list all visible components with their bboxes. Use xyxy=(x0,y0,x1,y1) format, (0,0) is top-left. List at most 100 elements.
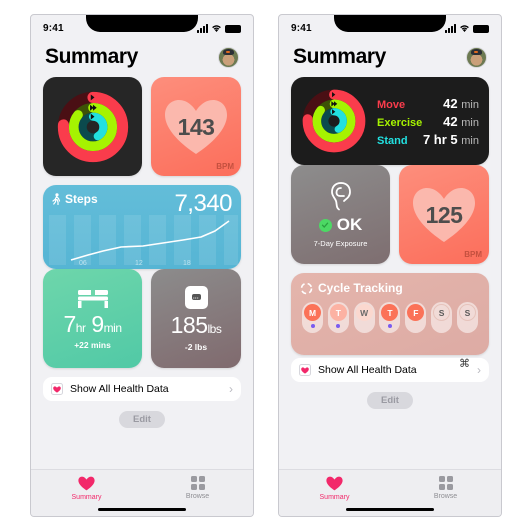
home-indicator xyxy=(346,507,434,511)
activity-rings xyxy=(56,90,130,164)
show-all-health-data-row-left[interactable]: Show All Health Data › xyxy=(43,377,241,401)
activity-stand-value: 7 hr 5 min xyxy=(422,131,479,147)
edit-button-wrap: Edit xyxy=(43,411,241,428)
phone-right: 9:41 Summary Move 42 min Exercise 42 min… xyxy=(278,14,502,517)
tab-summary-label: Summary xyxy=(71,494,102,501)
sleep-card[interactable]: 7hr 9min +22 mins xyxy=(43,269,142,368)
cycle-day-label: S xyxy=(433,304,451,321)
activity-rings xyxy=(301,88,367,154)
status-time: 9:41 xyxy=(291,22,312,34)
cycle-day-label: T xyxy=(381,304,399,321)
activity-row-stand: Stand 7 hr 5 min xyxy=(377,132,479,147)
ear-icon xyxy=(330,182,351,211)
edit-button[interactable]: Edit xyxy=(119,411,165,428)
steps-label: Steps xyxy=(65,192,98,206)
chevron-right-icon: › xyxy=(477,363,481,377)
activity-rings-card[interactable] xyxy=(43,77,142,176)
tab-summary[interactable]: Summary xyxy=(279,476,390,501)
edit-button[interactable]: Edit xyxy=(367,392,413,409)
cycle-tracking-card[interactable]: Cycle Tracking M T W T F S S xyxy=(291,273,489,355)
tab-browse-label: Browse xyxy=(185,493,210,500)
cycle-day-dot xyxy=(310,324,315,328)
check-circle-icon xyxy=(318,218,332,232)
sleep-hours-unit: hr xyxy=(75,321,86,335)
activity-exercise-value: 42 min xyxy=(443,113,479,129)
cycle-day[interactable]: M xyxy=(302,302,323,333)
heart-rate-value: 125 xyxy=(425,202,463,228)
notch xyxy=(334,15,446,32)
tab-browse[interactable]: Browse xyxy=(142,476,253,500)
cycle-day[interactable]: F xyxy=(405,302,427,333)
tab-summary-label: Summary xyxy=(319,494,350,501)
steps-card[interactable]: Steps 7,340 06 12 18 xyxy=(43,185,241,269)
show-all-label: Show All Health Data xyxy=(70,383,169,395)
heart-icon xyxy=(326,476,343,491)
nav-header: Summary xyxy=(279,41,501,77)
sleep-minutes-unit: min xyxy=(103,321,122,335)
phone-left: 9:41 Summary 143 BPM Steps 7,340 06 12 1… xyxy=(30,14,254,517)
weight-value: 185 xyxy=(170,311,208,338)
scale-icon: ••• xyxy=(184,285,208,309)
steps-label-group: Steps xyxy=(52,192,98,206)
cycle-day[interactable]: T xyxy=(379,302,401,333)
summary-content-right: Move 42 min Exercise 42 min Stand 7 hr 5… xyxy=(279,77,501,469)
cycle-day-dot xyxy=(387,324,392,328)
row-sleep-weight: 7hr 9min +22 mins ••• 185lbs -2 lbs xyxy=(43,269,241,368)
cycle-day-dot xyxy=(336,324,341,328)
cycle-day-label: T xyxy=(329,304,347,321)
sleep-delta: +22 mins xyxy=(74,340,111,350)
sleep-hours: 7 xyxy=(63,311,77,337)
grid-icon xyxy=(438,476,453,490)
weight-value-group: 185lbs xyxy=(171,312,222,339)
cycle-day[interactable]: T xyxy=(327,302,349,333)
battery-icon xyxy=(473,24,489,33)
heart-rate-unit: BPM xyxy=(216,162,234,171)
nav-header: Summary xyxy=(31,41,253,77)
status-bar: 9:41 xyxy=(31,15,253,41)
heart-rate-value: 143 xyxy=(177,114,215,140)
chevron-right-icon: › xyxy=(229,382,233,396)
activity-row-move: Move 42 min xyxy=(377,96,479,111)
profile-avatar[interactable] xyxy=(218,46,239,68)
activity-metrics-list: Move 42 min Exercise 42 min Stand 7 hr 5… xyxy=(377,96,479,147)
wifi-icon xyxy=(212,24,221,32)
cycle-icon xyxy=(300,282,313,294)
cycle-day[interactable]: W xyxy=(353,302,375,333)
tab-browse-label: Browse xyxy=(433,493,458,500)
hearing-card[interactable]: OK 7-Day Exposure xyxy=(291,165,390,264)
status-icons xyxy=(445,23,489,33)
battery-icon xyxy=(225,24,241,33)
heart-rate-card-left[interactable]: 143 BPM xyxy=(151,77,241,176)
sleep-minutes: 9 xyxy=(91,311,104,337)
cycle-day-label: W xyxy=(355,304,373,321)
cellular-signal-icon xyxy=(445,23,456,33)
notch xyxy=(86,15,198,32)
sleep-duration: 7hr 9min xyxy=(64,311,122,338)
tab-browse[interactable]: Browse xyxy=(390,476,501,500)
grid-icon xyxy=(190,476,205,490)
summary-content-left: 143 BPM Steps 7,340 06 12 18 7hr 9min +2… xyxy=(31,77,253,469)
show-all-health-data-row-right[interactable]: Show All Health Data ⌘ › xyxy=(291,358,489,382)
tab-summary[interactable]: Summary xyxy=(31,476,142,501)
steps-axis: 06 12 18 xyxy=(79,260,191,267)
edit-button-wrap: Edit xyxy=(291,392,489,409)
activity-summary-card[interactable]: Move 42 min Exercise 42 min Stand 7 hr 5… xyxy=(291,77,489,165)
screenshot-stage: 9:41 Summary 143 BPM Steps 7,340 06 12 1… xyxy=(0,0,532,530)
hearing-subtitle: 7-Day Exposure xyxy=(313,239,368,248)
profile-avatar[interactable] xyxy=(466,46,487,68)
status-bar: 9:41 xyxy=(279,15,501,41)
weight-unit: lbs xyxy=(207,321,222,336)
heart-rate-card-right[interactable]: 125 BPM xyxy=(399,165,489,264)
activity-exercise-label: Exercise xyxy=(377,116,423,129)
page-title: Summary xyxy=(45,45,138,68)
cycle-days-row: M T W T F S S xyxy=(300,302,480,333)
axis-tick-0: 06 xyxy=(79,260,87,267)
status-time: 9:41 xyxy=(43,22,64,34)
cycle-day[interactable]: S xyxy=(431,302,453,333)
weight-delta: -2 lbs xyxy=(184,341,208,352)
weight-card[interactable]: ••• 185lbs -2 lbs xyxy=(151,269,241,368)
cycle-day[interactable]: S xyxy=(456,302,478,333)
axis-tick-2: 18 xyxy=(183,260,191,267)
cycle-day-label: F xyxy=(407,304,425,321)
heart-icon xyxy=(51,383,63,395)
